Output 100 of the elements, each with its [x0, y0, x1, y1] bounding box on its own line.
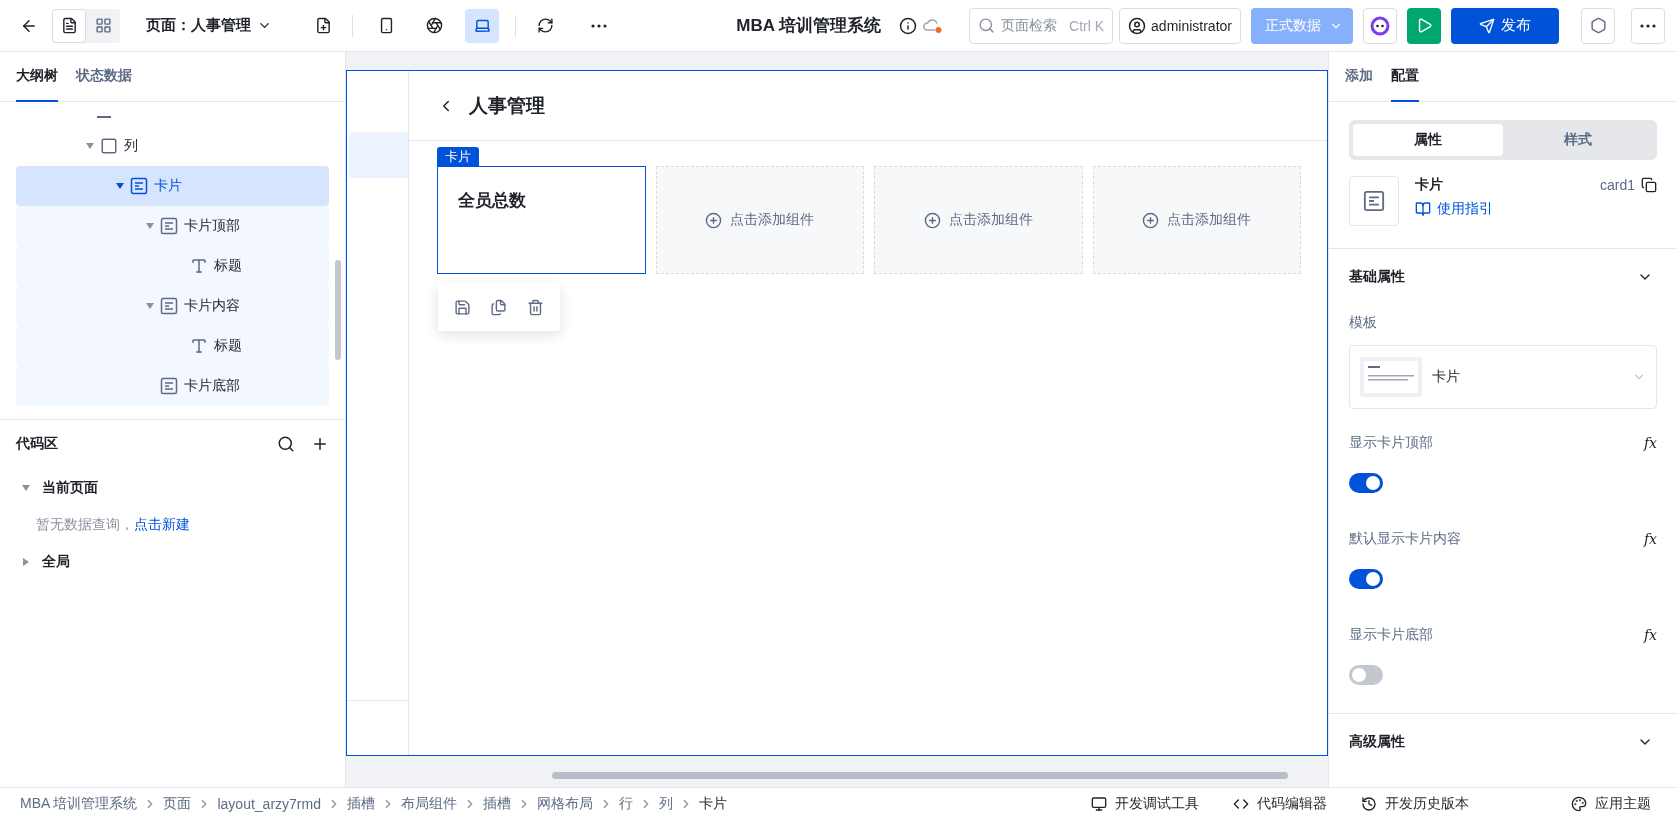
toggle-switch[interactable] — [1349, 569, 1383, 589]
publish-button[interactable]: 发布 — [1451, 7, 1559, 44]
toolbar-button[interactable]: 代码编辑器 — [1227, 793, 1333, 814]
device-mode-button[interactable] — [465, 8, 499, 43]
component-icon — [1349, 176, 1399, 226]
aperture-icon — [425, 17, 443, 34]
breadcrumb-item[interactable]: 卡片 — [698, 794, 727, 813]
plus-circle-icon — [705, 211, 723, 229]
field-label: 显示卡片底部 — [1349, 626, 1433, 644]
breadcrumb-item[interactable]: 页面 — [163, 794, 192, 813]
card-icon — [160, 297, 178, 315]
toggle-switch[interactable] — [1349, 473, 1383, 493]
formula-button[interactable]: fx — [1643, 531, 1657, 547]
assistant-button[interactable] — [1363, 7, 1397, 44]
tree-item[interactable]: 卡片底部 — [16, 366, 329, 406]
create-link[interactable]: 点击新建 — [134, 516, 190, 534]
delete-button[interactable] — [527, 298, 545, 316]
segment-tab[interactable]: 样式 — [1503, 124, 1653, 156]
formula-button[interactable]: fx — [1643, 435, 1657, 451]
cloud-icon — [923, 16, 944, 35]
layout-icon — [94, 17, 112, 34]
add-icon[interactable] — [311, 435, 329, 453]
text-icon — [190, 337, 208, 355]
selection-tag: 卡片 — [437, 147, 479, 166]
shortcut-text: Ctrl K — [1069, 17, 1105, 34]
panel-tab[interactable]: 配置 — [1391, 52, 1419, 102]
save-button[interactable] — [453, 298, 471, 316]
nav-highlight — [349, 132, 408, 178]
toggle-switch[interactable] — [1349, 665, 1383, 685]
panel-tab[interactable]: 状态数据 — [76, 52, 132, 102]
tree-item[interactable]: 卡片 — [16, 166, 329, 206]
page-selector[interactable]: 页面：人事管理 — [140, 15, 278, 36]
breadcrumb-item[interactable]: 布局组件 — [400, 794, 457, 813]
save-icon — [453, 298, 471, 316]
breadcrumb-item[interactable]: 网格布局 — [536, 794, 593, 813]
breadcrumb-item[interactable]: 行 — [618, 794, 633, 813]
search-icon[interactable] — [277, 435, 295, 453]
search-icon — [978, 17, 996, 34]
monitor-icon — [1091, 795, 1107, 812]
user-icon — [1128, 16, 1147, 35]
tree-group[interactable]: 当前页面 — [0, 468, 345, 508]
text-icon — [190, 257, 208, 275]
field-label: 显示卡片顶部 — [1349, 434, 1433, 452]
panel-tab[interactable]: 大纲树 — [16, 52, 58, 102]
breadcrumb-item[interactable]: 插槽 — [482, 794, 511, 813]
field-label: 模板 — [1348, 313, 1378, 332]
breadcrumb-item[interactable]: 列 — [658, 794, 673, 813]
section-title: 代码区 — [16, 435, 59, 453]
copy-icon[interactable] — [1641, 177, 1657, 193]
panel-tab[interactable]: 添加 — [1345, 52, 1373, 102]
send-icon — [1479, 17, 1495, 34]
search-placeholder: 页面检索 — [1001, 16, 1058, 35]
file-plus-icon — [314, 17, 332, 34]
template-thumbnail — [1360, 357, 1422, 397]
component-name: 卡片 — [1415, 176, 1443, 194]
formula-button[interactable]: fx — [1643, 627, 1657, 643]
info-icon — [899, 16, 918, 35]
card-icon — [160, 377, 178, 395]
breadcrumb-item[interactable]: MBA 培训管理系统 — [20, 794, 138, 813]
book-icon — [1415, 201, 1431, 217]
segment-tab[interactable]: 属性 — [1353, 124, 1503, 156]
card-title: 全员总数 — [458, 190, 526, 212]
user-button[interactable]: administrator — [1119, 7, 1241, 44]
section-header[interactable]: 基础属性 — [1329, 249, 1677, 305]
trash-icon — [527, 298, 545, 316]
tree-item[interactable]: 列 — [16, 126, 329, 166]
plus-circle-icon — [923, 211, 941, 229]
page-title: 人事管理 — [469, 93, 545, 118]
document-icon — [60, 17, 78, 34]
breadcrumb-item[interactable]: layout_arzy7rmd — [217, 795, 321, 812]
guide-link[interactable]: 使用指引 — [1415, 200, 1657, 218]
add-component-button[interactable]: 点击添加组件 — [1136, 210, 1258, 230]
horizontal-scrollbar[interactable] — [552, 772, 1288, 779]
hexagon-icon — [1589, 17, 1607, 34]
toolbar-button[interactable]: 开发调试工具 — [1085, 793, 1205, 814]
breadcrumb-item[interactable]: 插槽 — [346, 794, 375, 813]
preview-button[interactable] — [1407, 7, 1441, 44]
component-id: card1 — [1599, 177, 1635, 193]
tree-item[interactable]: 标题 — [16, 326, 329, 366]
toolbar-button[interactable]: 开发历史版本 — [1355, 793, 1475, 814]
add-component-button[interactable]: 点击添加组件 — [699, 210, 821, 230]
view-mode-button[interactable] — [52, 8, 86, 43]
toolbar-button[interactable]: 应用主题 — [1565, 793, 1657, 814]
copy-icon — [490, 298, 508, 316]
copy-button[interactable] — [490, 298, 508, 316]
add-component-button[interactable]: 点击添加组件 — [917, 210, 1039, 230]
template-select[interactable]: 卡片 — [1349, 345, 1657, 409]
tree-group[interactable]: 全局 — [0, 542, 345, 582]
app-title: MBA 培训管理系统 — [736, 15, 882, 37]
section-header[interactable]: 高级属性 — [1329, 713, 1677, 769]
tree-item[interactable]: 标题 — [16, 246, 329, 286]
more-icon — [591, 23, 607, 28]
card-icon — [130, 177, 148, 195]
settings-button[interactable] — [1581, 7, 1615, 44]
empty-message: 暂无数据查询，点击新建 — [35, 515, 191, 536]
robot-icon — [1370, 15, 1390, 36]
tree-item[interactable]: 卡片内容 — [16, 286, 329, 326]
laptop-icon — [473, 17, 491, 34]
more-icon — [1640, 23, 1656, 28]
tree-item[interactable]: 卡片顶部 — [16, 206, 329, 246]
